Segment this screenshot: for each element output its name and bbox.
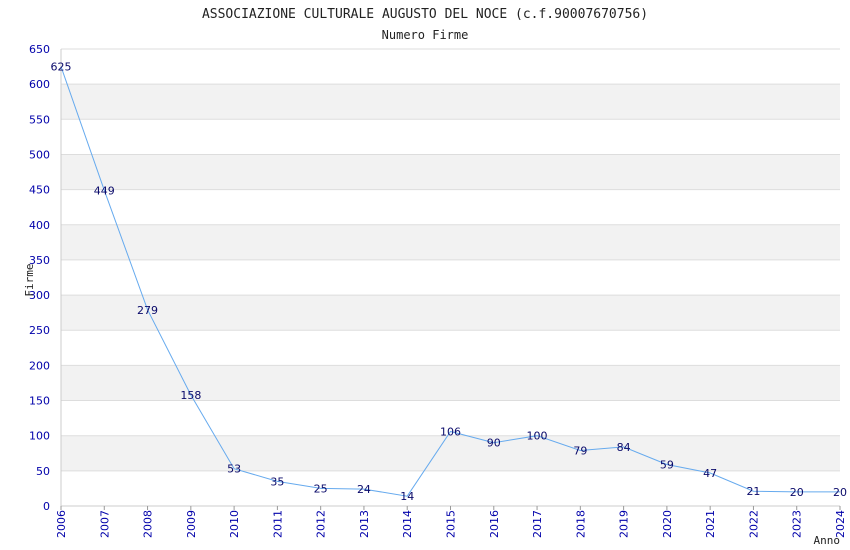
y-tick-label: 250 — [29, 324, 50, 337]
data-label: 47 — [703, 467, 717, 480]
grid-band — [61, 119, 840, 155]
data-label: 279 — [137, 304, 158, 317]
y-tick-label: 500 — [29, 148, 50, 161]
chart-title: ASSOCIAZIONE CULTURALE AUGUSTO DEL NOCE … — [202, 7, 648, 22]
x-tick-label: 2018 — [574, 510, 587, 538]
grid-band — [61, 435, 840, 471]
grid-band — [61, 470, 840, 506]
x-tick-label: 2023 — [791, 510, 804, 538]
x-tick-label: 2006 — [55, 510, 68, 538]
chart-subtitle: Numero Firme — [382, 28, 469, 42]
plot-area: 0501001502002503003504004505005506006502… — [29, 43, 847, 538]
data-label: 53 — [227, 463, 241, 476]
x-tick-label: 2015 — [445, 510, 458, 538]
data-label: 35 — [270, 475, 284, 488]
data-label: 79 — [573, 444, 587, 457]
x-tick-label: 2007 — [98, 510, 111, 538]
y-tick-label: 100 — [29, 430, 50, 443]
grid-band — [61, 330, 840, 366]
x-axis-label: Anno — [814, 534, 841, 547]
x-tick-label: 2022 — [747, 510, 760, 538]
grid-band — [61, 189, 840, 225]
data-label: 158 — [180, 389, 201, 402]
data-label: 21 — [746, 485, 760, 498]
x-tick-label: 2008 — [142, 510, 155, 538]
data-label: 20 — [833, 486, 847, 499]
data-label: 14 — [400, 490, 414, 503]
y-tick-label: 0 — [43, 500, 50, 513]
data-label: 100 — [527, 430, 548, 443]
y-tick-label: 600 — [29, 78, 50, 91]
x-tick-label: 2009 — [185, 510, 198, 538]
y-tick-label: 150 — [29, 395, 50, 408]
x-tick-label: 2020 — [661, 510, 674, 538]
grid-band — [61, 154, 840, 190]
grid-band — [61, 295, 840, 331]
grid-band — [61, 365, 840, 401]
line-chart: ASSOCIAZIONE CULTURALE AUGUSTO DEL NOCE … — [23, 7, 847, 547]
x-tick-label: 2012 — [315, 510, 328, 538]
x-tick-label: 2016 — [488, 510, 501, 538]
y-axis-label: Firme — [23, 263, 36, 296]
data-label: 625 — [51, 61, 72, 74]
y-tick-label: 200 — [29, 359, 50, 372]
y-tick-label: 400 — [29, 219, 50, 232]
y-tick-label: 550 — [29, 113, 50, 126]
y-tick-label: 50 — [36, 465, 50, 478]
x-tick-label: 2017 — [531, 510, 544, 538]
data-label: 90 — [487, 437, 501, 450]
x-tick-label: 2010 — [228, 510, 241, 538]
data-label: 24 — [357, 483, 371, 496]
data-label: 106 — [440, 425, 461, 438]
x-tick-label: 2019 — [618, 510, 631, 538]
grid-band — [61, 84, 840, 120]
data-label: 84 — [617, 441, 631, 454]
data-label: 25 — [314, 482, 328, 495]
y-tick-label: 650 — [29, 43, 50, 56]
data-label: 449 — [94, 184, 115, 197]
data-label: 59 — [660, 459, 674, 472]
grid-band — [61, 259, 840, 296]
grid-band — [61, 49, 840, 85]
data-label: 20 — [790, 486, 804, 499]
x-tick-label: 2021 — [704, 510, 717, 538]
grid-band — [61, 224, 840, 260]
x-tick-label: 2011 — [271, 510, 284, 538]
x-tick-label: 2014 — [401, 510, 414, 538]
x-tick-label: 2013 — [358, 510, 371, 538]
y-tick-label: 450 — [29, 184, 50, 197]
